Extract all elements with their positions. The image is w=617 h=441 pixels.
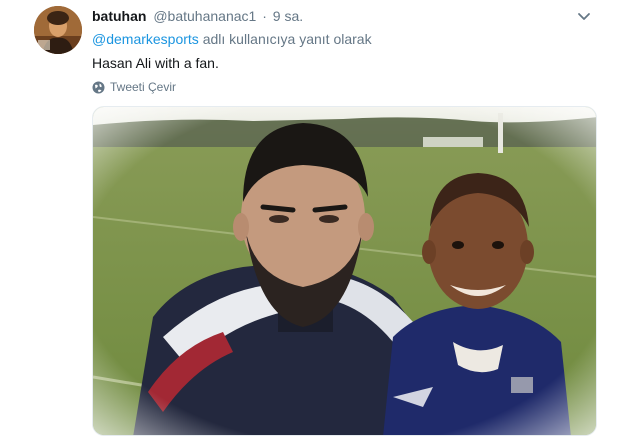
timestamp[interactable]: 9 sa. bbox=[273, 8, 303, 24]
photo-image bbox=[93, 107, 596, 435]
user-handle[interactable]: @batuhananac1 bbox=[153, 8, 256, 24]
translate-label: Tweeti Çevir bbox=[110, 80, 177, 94]
reply-context: @demarkesports adlı kullanıcıya yanıt ol… bbox=[92, 29, 372, 49]
tweet: batuhan @batuhananac1 · 9 sa. @demarkesp… bbox=[0, 0, 617, 441]
reply-mention-link[interactable]: @demarkesports bbox=[92, 31, 199, 47]
avatar-image bbox=[34, 6, 82, 54]
tweet-text: Hasan Ali with a fan. bbox=[92, 55, 219, 71]
translate-tweet-link[interactable]: Tweeti Çevir bbox=[92, 79, 176, 95]
tweet-photo[interactable] bbox=[92, 106, 597, 436]
separator-dot: · bbox=[262, 8, 267, 24]
avatar[interactable] bbox=[34, 6, 82, 54]
reply-suffix: adlı kullanıcıya yanıt olarak bbox=[202, 31, 372, 47]
display-name[interactable]: batuhan bbox=[92, 8, 146, 24]
chevron-down-icon[interactable] bbox=[576, 10, 592, 24]
globe-icon bbox=[92, 81, 105, 93]
tweet-header: batuhan @batuhananac1 · 9 sa. bbox=[92, 6, 303, 26]
